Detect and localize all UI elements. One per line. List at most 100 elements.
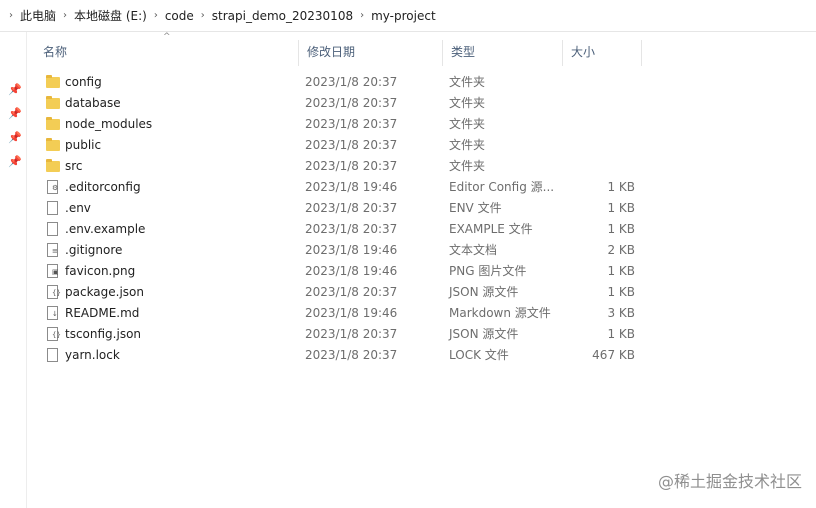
chevron-right-icon[interactable]: › bbox=[194, 10, 212, 21]
folder-icon bbox=[45, 96, 61, 111]
folder-icon bbox=[45, 117, 61, 132]
file-date-modified: 2023/1/8 20:37 bbox=[305, 348, 398, 362]
chevron-right-icon[interactable]: › bbox=[353, 10, 371, 21]
file-date-modified: 2023/1/8 20:37 bbox=[305, 75, 398, 89]
column-header-type[interactable]: 类型 bbox=[443, 38, 562, 66]
file-row[interactable]: {} package.json 2023/1/8 20:37 JSON 源文件 1 KB bbox=[27, 282, 647, 303]
file-date-modified: 2023/1/8 19:46 bbox=[305, 243, 398, 257]
breadcrumb-item-this-pc[interactable]: 此电脑 bbox=[20, 7, 56, 24]
chevron-right-icon[interactable]: › bbox=[56, 10, 74, 21]
file-size: 1 KB bbox=[607, 285, 635, 299]
file-row[interactable]: src 2023/1/8 20:37 文件夹 bbox=[27, 156, 647, 177]
file-row[interactable]: public 2023/1/8 20:37 文件夹 bbox=[27, 135, 647, 156]
file-date-modified: 2023/1/8 20:37 bbox=[305, 201, 398, 215]
breadcrumb-item-drive[interactable]: 本地磁盘 (E:) bbox=[74, 7, 147, 24]
file-size: 1 KB bbox=[607, 327, 635, 341]
file-size: 2 KB bbox=[607, 243, 635, 257]
column-header-size[interactable]: 大小 bbox=[563, 38, 641, 66]
file-name: database bbox=[65, 96, 121, 110]
file-row[interactable]: ⚙ .editorconfig 2023/1/8 19:46 Editor Confi… bbox=[27, 177, 647, 198]
file-date-modified: 2023/1/8 20:37 bbox=[305, 117, 398, 131]
file-type: PNG 图片文件 bbox=[449, 264, 527, 278]
file-name: yarn.lock bbox=[65, 348, 120, 362]
column-header-date[interactable]: 修改日期 bbox=[299, 38, 442, 66]
pin-icon[interactable]: 📌 bbox=[8, 108, 22, 120]
file-name: .env.example bbox=[65, 222, 146, 236]
file-type: JSON 源文件 bbox=[449, 285, 519, 299]
navigation-pane: 📌 📌 📌 📌 bbox=[0, 32, 27, 508]
file-row[interactable]: ↓ README.md 2023/1/8 19:46 Markdown 源文件 3 KB bbox=[27, 303, 647, 324]
file-size bbox=[567, 72, 635, 93]
json-file-icon: {} bbox=[45, 285, 61, 300]
file-size: 1 KB bbox=[607, 264, 635, 278]
file-name: package.json bbox=[65, 285, 145, 299]
file-type: 文件夹 bbox=[449, 75, 486, 89]
file-size: 3 KB bbox=[607, 306, 635, 320]
file-type: EXAMPLE 文件 bbox=[449, 222, 533, 236]
file-size bbox=[567, 93, 635, 114]
pin-icon[interactable]: 📌 bbox=[8, 156, 22, 168]
file-name: README.md bbox=[65, 306, 140, 320]
column-divider[interactable] bbox=[641, 40, 642, 66]
folder-icon bbox=[45, 138, 61, 153]
breadcrumb-item-strapi-demo[interactable]: strapi_demo_20230108 bbox=[212, 9, 353, 23]
file-icon bbox=[45, 201, 61, 216]
file-name: src bbox=[65, 159, 83, 173]
file-date-modified: 2023/1/8 20:37 bbox=[305, 327, 398, 341]
file-size: 1 KB bbox=[607, 201, 635, 215]
file-name: tsconfig.json bbox=[65, 327, 142, 341]
folder-icon bbox=[45, 159, 61, 174]
file-date-modified: 2023/1/8 20:37 bbox=[305, 96, 398, 110]
breadcrumb-item-my-project[interactable]: my-project bbox=[371, 9, 436, 23]
breadcrumb: › 此电脑 › 本地磁盘 (E:) › code › strapi_demo_2… bbox=[0, 0, 816, 32]
file-size bbox=[567, 135, 635, 156]
file-type: Editor Config 源... bbox=[449, 180, 555, 194]
file-name: .gitignore bbox=[65, 243, 123, 257]
file-type: 文件夹 bbox=[449, 159, 486, 173]
file-size: 1 KB bbox=[607, 180, 635, 194]
file-row[interactable]: ≡ .gitignore 2023/1/8 19:46 文本文档 2 KB bbox=[27, 240, 647, 261]
file-row[interactable]: node_modules 2023/1/8 20:37 文件夹 bbox=[27, 114, 647, 135]
file-row[interactable]: yarn.lock 2023/1/8 20:37 LOCK 文件 467 KB bbox=[27, 345, 647, 366]
file-date-modified: 2023/1/8 20:37 bbox=[305, 159, 398, 173]
file-size bbox=[567, 156, 635, 177]
json-file-icon: {} bbox=[45, 327, 61, 342]
file-name: .editorconfig bbox=[65, 180, 141, 194]
file-size bbox=[567, 114, 635, 135]
file-date-modified: 2023/1/8 20:37 bbox=[305, 222, 398, 236]
watermark: @稀土掘金技术社区 bbox=[657, 472, 802, 491]
file-row[interactable]: config 2023/1/8 20:37 文件夹 bbox=[27, 72, 647, 93]
file-type: 文本文档 bbox=[449, 243, 498, 257]
chevron-right-icon[interactable]: › bbox=[2, 10, 20, 21]
file-date-modified: 2023/1/8 19:46 bbox=[305, 180, 398, 194]
column-header-row: ^ 名称 修改日期 类型 大小 bbox=[27, 32, 647, 66]
file-date-modified: 2023/1/8 20:37 bbox=[305, 138, 398, 152]
image-file-icon: ▣ bbox=[45, 264, 61, 279]
file-name: config bbox=[65, 75, 102, 89]
chevron-right-icon[interactable]: › bbox=[147, 10, 165, 21]
file-date-modified: 2023/1/8 19:46 bbox=[305, 306, 398, 320]
breadcrumb-item-code[interactable]: code bbox=[165, 9, 194, 23]
pin-icon[interactable]: 📌 bbox=[8, 132, 22, 144]
file-date-modified: 2023/1/8 20:37 bbox=[305, 285, 398, 299]
file-type: ENV 文件 bbox=[449, 201, 502, 215]
file-row[interactable]: .env 2023/1/8 20:37 ENV 文件 1 KB bbox=[27, 198, 647, 219]
file-type: 文件夹 bbox=[449, 96, 486, 110]
column-header-name[interactable]: 名称 bbox=[35, 38, 297, 66]
file-name: public bbox=[65, 138, 102, 152]
file-type: 文件夹 bbox=[449, 138, 486, 152]
file-icon bbox=[45, 222, 61, 237]
file-icon bbox=[45, 348, 61, 363]
file-type: Markdown 源文件 bbox=[449, 306, 551, 320]
file-row[interactable]: ▣ favicon.png 2023/1/8 19:46 PNG 图片文件 1 KB bbox=[27, 261, 647, 282]
text-file-icon: ≡ bbox=[45, 243, 61, 258]
file-row[interactable]: {} tsconfig.json 2023/1/8 20:37 JSON 源文件 1 K… bbox=[27, 324, 647, 345]
config-file-icon: ⚙ bbox=[45, 180, 61, 195]
file-row[interactable]: .env.example 2023/1/8 20:37 EXAMPLE 文件 1 KB bbox=[27, 219, 647, 240]
file-name: .env bbox=[65, 201, 91, 215]
markdown-file-icon: ↓ bbox=[45, 306, 61, 321]
pin-icon[interactable]: 📌 bbox=[8, 84, 22, 96]
file-name: node_modules bbox=[65, 117, 153, 131]
file-name: favicon.png bbox=[65, 264, 136, 278]
file-row[interactable]: database 2023/1/8 20:37 文件夹 bbox=[27, 93, 647, 114]
